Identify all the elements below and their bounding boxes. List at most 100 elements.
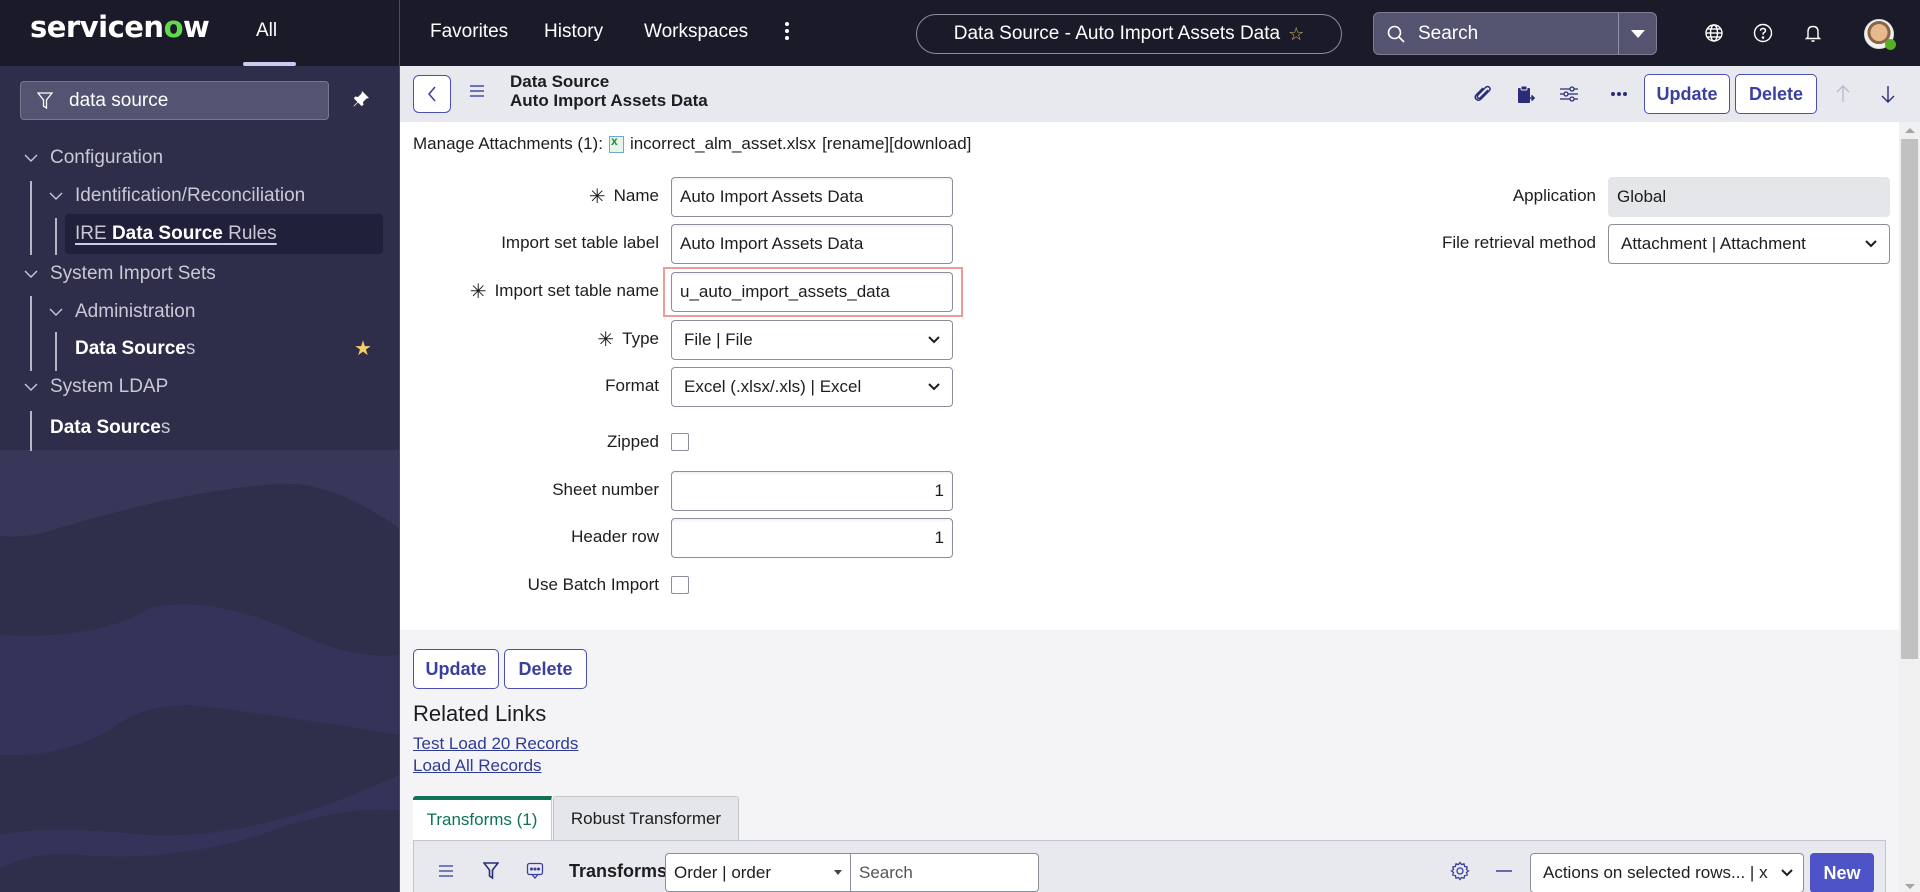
top-navigation-bar: servicenow All Favorites History Workspa…	[0, 0, 1920, 66]
back-button[interactable]	[413, 75, 451, 113]
previous-record-arrow-icon[interactable]	[1831, 82, 1855, 106]
nav-item-data-sources-import[interactable]: Data Sources	[75, 331, 195, 367]
more-options-icon[interactable]	[1607, 82, 1631, 106]
import-set-table-label-label: Import set table label	[501, 233, 659, 252]
load-all-records-link[interactable]: Load All Records	[413, 756, 542, 776]
chevron-down-icon	[928, 383, 940, 391]
label-text: Name	[613, 186, 659, 205]
nav-label: Administration	[75, 301, 196, 322]
favorite-star-icon[interactable]: ★	[354, 336, 372, 361]
new-record-button[interactable]: New	[1810, 853, 1874, 892]
bottom-update-button[interactable]: Update	[413, 649, 499, 689]
actions-on-selected-rows-select[interactable]: Actions on selected rows... | x	[1530, 853, 1804, 892]
scrollbar-thumb[interactable]	[1901, 139, 1918, 659]
list-sort-field-select[interactable]: Order | order	[665, 853, 851, 892]
tab-transforms[interactable]: Transforms (1)	[413, 796, 552, 840]
nav-label-match: Data Source	[75, 338, 186, 359]
globe-icon[interactable]	[1701, 20, 1727, 46]
all-menu-tab[interactable]: All	[256, 20, 277, 42]
help-icon[interactable]	[1750, 20, 1776, 46]
record-type-label: Data Source	[510, 72, 610, 91]
nav-section-configuration[interactable]: Configuration	[20, 140, 163, 176]
nav-label: System LDAP	[50, 376, 169, 397]
nav-item-ire-data-source-rules[interactable]: IRE Data Source Rules	[65, 214, 383, 254]
attachment-actions[interactable]: [rename][download]	[822, 134, 971, 154]
tab-robust-transformer[interactable]: Robust Transformer	[553, 796, 739, 840]
application-label: Application	[1512, 186, 1596, 205]
nav-label: Data Sources	[50, 417, 170, 439]
scroll-down-arrow-icon[interactable]	[1905, 884, 1915, 889]
history-menu[interactable]: History	[544, 21, 603, 43]
import-set-table-label-field[interactable]: Auto Import Assets Data	[671, 224, 953, 264]
pin-icon[interactable]	[352, 90, 370, 113]
test-load-20-records-link[interactable]: Test Load 20 Records	[413, 734, 578, 754]
attachment-filename[interactable]: incorrect_alm_asset.xlsx	[630, 134, 816, 154]
header-update-button[interactable]: Update	[1644, 74, 1730, 114]
required-asterisk-icon: ✳	[469, 280, 487, 303]
favorites-menu[interactable]: Favorites	[430, 21, 508, 43]
scroll-up-arrow-icon[interactable]	[1905, 128, 1915, 133]
personalize-sliders-icon[interactable]	[1557, 82, 1581, 106]
servicenow-logo[interactable]: servicenow	[30, 10, 210, 44]
context-menu-icon[interactable]	[469, 84, 485, 103]
bell-icon[interactable]	[1800, 20, 1826, 46]
list-search-input[interactable]: Search	[851, 853, 1039, 892]
record-form: Manage Attachments (1): incorrect_alm_as…	[400, 122, 1920, 630]
import-set-table-name-field[interactable]: u_auto_import_assets_data	[671, 272, 953, 312]
nav-section-administration[interactable]: Administration	[45, 294, 195, 330]
format-select[interactable]: Excel (.xlsx/.xls) | Excel	[671, 367, 953, 407]
sidebar-divider	[399, 0, 400, 892]
type-label: ✳ Type	[400, 320, 659, 358]
nav-item-data-sources-ldap[interactable]: Data Sources	[50, 410, 170, 446]
file-retrieval-select-value: Attachment | Attachment	[1621, 234, 1806, 253]
header-delete-button[interactable]: Delete	[1735, 74, 1817, 114]
bottom-delete-button[interactable]: Delete	[504, 649, 587, 689]
search-icon	[1374, 25, 1418, 43]
chevron-down-icon	[20, 270, 42, 278]
next-record-arrow-icon[interactable]	[1876, 82, 1900, 106]
file-retrieval-method-select[interactable]: Attachment | Attachment	[1608, 224, 1890, 264]
navigator-filter[interactable]: data source	[20, 81, 329, 120]
related-links-heading: Related Links	[413, 701, 547, 726]
collapse-list-icon[interactable]	[1494, 861, 1514, 881]
tree-guide-line	[30, 181, 32, 255]
application-field: Global	[1608, 177, 1890, 217]
nav-section-identification-reconciliation[interactable]: Identification/Reconciliation	[45, 178, 305, 214]
name-field[interactable]: Auto Import Assets Data	[671, 177, 953, 217]
file-retrieval-method-label: File retrieval method	[1441, 233, 1596, 252]
form-header: Data Source Auto Import Assets Data Upda…	[400, 66, 1920, 122]
search-input[interactable]: Search	[1418, 23, 1618, 45]
clipboard-export-icon[interactable]	[1514, 82, 1538, 106]
chevron-down-icon	[45, 308, 67, 316]
workspaces-menu[interactable]: Workspaces	[644, 21, 748, 43]
tree-guide-line	[30, 296, 32, 371]
paperclip-icon[interactable]	[1471, 82, 1495, 106]
search-scope-dropdown[interactable]	[1618, 13, 1656, 54]
name-label: ✳ Name	[400, 177, 659, 215]
vertical-ellipsis-icon[interactable]	[784, 20, 790, 46]
use-batch-import-label: Use Batch Import	[527, 575, 659, 594]
record-title-pill[interactable]: Data Source - Auto Import Assets Data ☆	[916, 14, 1342, 54]
application-navigator: data source Configuration Identification…	[0, 66, 399, 892]
activity-stream-icon[interactable]	[525, 861, 545, 881]
sheet-number-field[interactable]: 1	[671, 471, 953, 511]
list-filter-icon[interactable]	[481, 861, 501, 881]
logo-text-end: w	[183, 10, 210, 44]
user-avatar[interactable]	[1864, 19, 1896, 50]
nav-section-system-import-sets[interactable]: System Import Sets	[20, 256, 216, 292]
favorite-star-outline-icon[interactable]: ☆	[1288, 24, 1304, 45]
nav-section-system-ldap[interactable]: System LDAP	[20, 369, 168, 405]
use-batch-import-checkbox[interactable]	[671, 576, 689, 594]
chevron-down-icon	[45, 192, 67, 200]
excel-file-icon	[608, 134, 624, 153]
chevron-left-icon	[428, 86, 436, 102]
type-select[interactable]: File | File	[671, 320, 953, 360]
related-list-title: Transforms	[569, 861, 668, 881]
global-search[interactable]: Search	[1373, 12, 1657, 55]
header-row-field[interactable]: 1	[671, 518, 953, 558]
zipped-checkbox[interactable]	[671, 433, 689, 451]
list-menu-icon[interactable]	[436, 861, 456, 881]
list-settings-gear-icon[interactable]	[1450, 861, 1470, 881]
navigator-filter-input[interactable]: data source	[69, 90, 168, 112]
manage-attachments-link[interactable]: Manage Attachments (1):	[413, 134, 603, 154]
